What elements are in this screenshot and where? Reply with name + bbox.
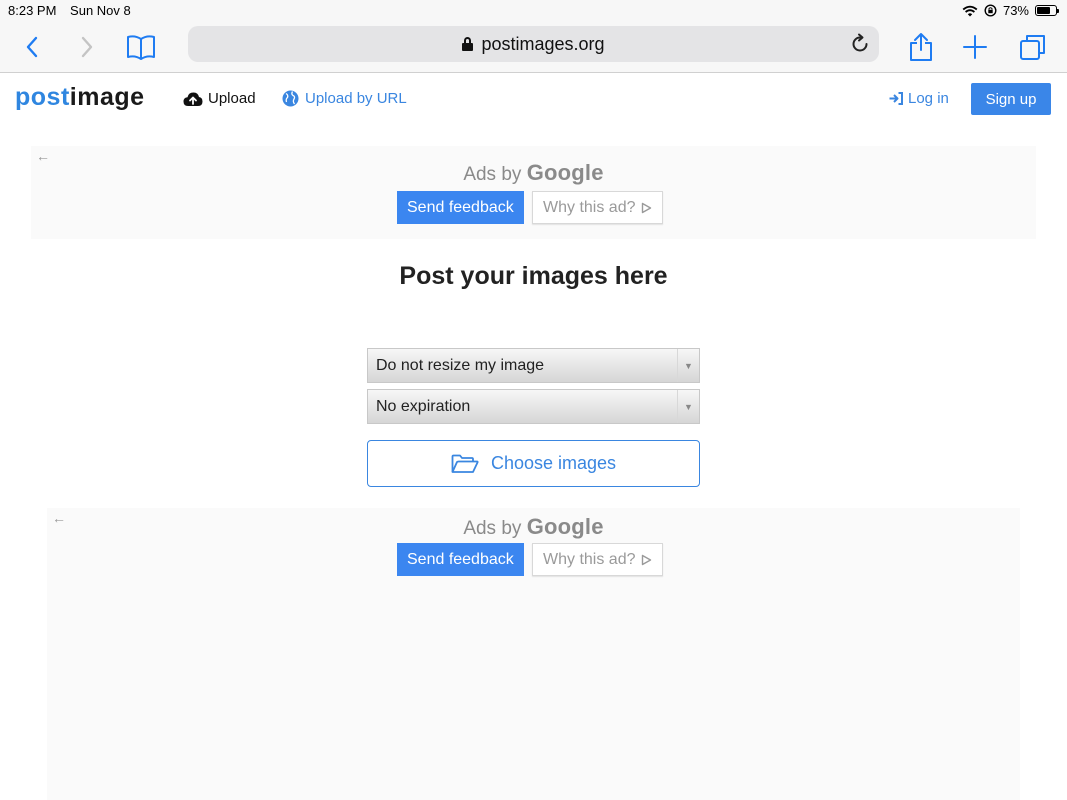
status-bar: 8:23 PM Sun Nov 8 73% <box>0 0 1067 22</box>
cloud-upload-icon <box>183 92 203 106</box>
back-icon <box>26 36 38 58</box>
page-title: Post your images here <box>399 262 668 290</box>
ads-by-label: Ads by <box>463 518 522 539</box>
why-this-ad-label: Why this ad? <box>543 550 636 568</box>
why-this-ad-button[interactable]: Why this ad? <box>532 191 664 224</box>
why-this-ad-label: Why this ad? <box>543 198 636 216</box>
tabs-button[interactable] <box>1016 30 1050 64</box>
wifi-icon <box>962 5 978 16</box>
browser-toolbar: postimages.org <box>0 22 1067 73</box>
send-feedback-button[interactable]: Send feedback <box>397 543 524 576</box>
upload-by-url-label: Upload by URL <box>305 90 407 107</box>
play-triangle-icon <box>642 554 652 565</box>
globe-icon <box>282 90 299 107</box>
why-this-ad-button[interactable]: Why this ad? <box>532 543 664 576</box>
reload-icon[interactable] <box>849 33 871 55</box>
resize-select[interactable]: Do not resize my image ▼ <box>367 348 700 383</box>
google-wordmark: Google <box>526 160 604 185</box>
logo-part-image: image <box>69 83 145 111</box>
ads-by-google: Ads by Google <box>47 514 1020 540</box>
ads-by-google: Ads by Google <box>31 160 1036 186</box>
battery-percent: 73% <box>1002 3 1029 18</box>
google-wordmark: Google <box>526 514 604 539</box>
upload-link[interactable]: Upload <box>183 90 256 107</box>
play-triangle-icon <box>642 202 652 213</box>
ads-by-label: Ads by <box>463 164 522 185</box>
status-time: 8:23 PM <box>8 3 57 18</box>
folder-open-icon <box>451 454 479 473</box>
address-bar[interactable]: postimages.org <box>188 26 879 62</box>
url-text: postimages.org <box>481 33 605 54</box>
signup-button[interactable]: Sign up <box>971 83 1051 115</box>
forward-icon <box>81 36 93 58</box>
upload-by-url-link[interactable]: Upload by URL <box>282 90 407 107</box>
login-link[interactable]: Log in <box>889 90 949 107</box>
postimage-logo[interactable]: postimage <box>15 83 145 112</box>
upload-label: Upload <box>208 90 256 107</box>
new-tab-button[interactable] <box>958 30 992 64</box>
lock-icon <box>462 37 474 51</box>
bookmarks-button[interactable] <box>124 30 158 64</box>
share-icon <box>910 33 932 61</box>
new-tab-icon <box>963 35 987 59</box>
resize-select-value: Do not resize my image <box>376 356 545 374</box>
status-right: 73% <box>962 3 1059 18</box>
choose-images-button[interactable]: Choose images <box>367 440 700 487</box>
back-button[interactable] <box>15 30 49 64</box>
bookmarks-icon <box>127 35 155 60</box>
site-header: postimage Upload Upload by URL Log in Si… <box>0 74 1067 124</box>
ad-banner-top: ← Ads by Google Send feedback Why this a… <box>31 146 1036 239</box>
battery-icon <box>1035 5 1059 16</box>
status-date: Sun Nov 8 <box>70 3 131 18</box>
expiration-select[interactable]: No expiration ▼ <box>367 389 700 424</box>
expiration-select-value: No expiration <box>376 397 471 415</box>
forward-button[interactable] <box>70 30 104 64</box>
ad-banner-bottom: ← Ads by Google Send feedback Why this a… <box>47 508 1020 800</box>
rotation-lock-icon <box>984 4 997 17</box>
chevron-down-icon: ▼ <box>677 349 699 382</box>
logo-part-post: post <box>15 83 70 111</box>
choose-images-label: Choose images <box>490 453 617 473</box>
status-left: 8:23 PM Sun Nov 8 <box>8 3 141 18</box>
send-feedback-button[interactable]: Send feedback <box>397 191 524 224</box>
share-button[interactable] <box>904 30 938 64</box>
login-label: Log in <box>908 90 949 107</box>
sign-in-icon <box>889 92 903 105</box>
chevron-down-icon: ▼ <box>677 390 699 423</box>
battery-fill <box>1037 7 1051 14</box>
tabs-icon <box>1020 35 1045 60</box>
